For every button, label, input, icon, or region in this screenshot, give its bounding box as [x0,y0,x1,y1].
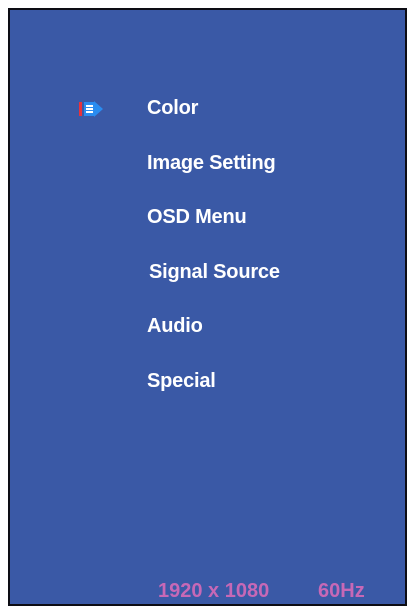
refresh-rate-readout: 60Hz [318,580,365,602]
menu-item-signal-source[interactable]: Signal Source [149,260,280,284]
menu-item-osd-menu[interactable]: OSD Menu [147,205,247,229]
resolution-readout: 1920 x 1080 [158,580,270,602]
menu-item-audio[interactable]: Audio [147,314,203,338]
osd-menu-panel: Color Image Setting OSD Menu Signal Sour… [8,8,407,606]
menu-item-color[interactable]: Color [147,96,198,120]
menu-item-special[interactable]: Special [147,369,216,393]
menu-item-image-setting[interactable]: Image Setting [147,151,276,175]
selection-pointer-icon [79,101,103,117]
